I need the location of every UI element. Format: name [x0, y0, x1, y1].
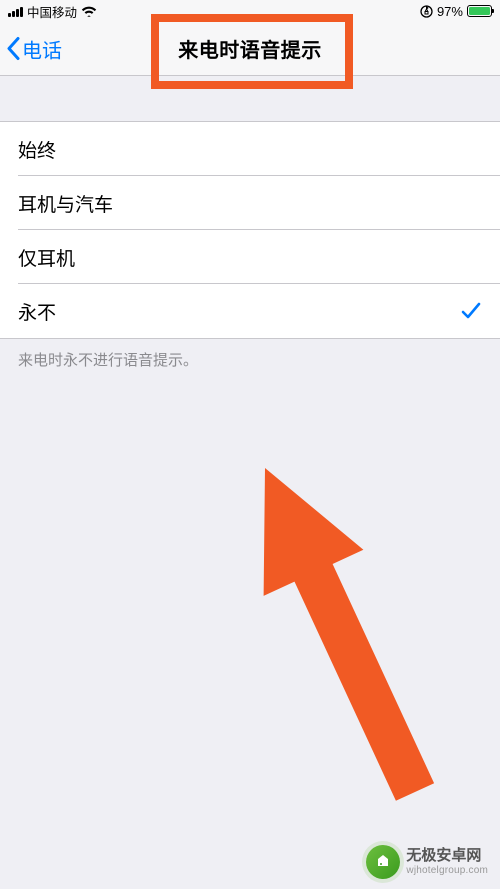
orientation-lock-icon [420, 5, 433, 18]
watermark-title: 无极安卓网 [406, 848, 488, 865]
option-label: 仅耳机 [18, 244, 75, 271]
footer-description: 来电时永不进行语音提示。 [0, 339, 500, 380]
watermark: 无极安卓网 wjhotelgroup.com [366, 845, 488, 879]
chevron-left-icon [6, 37, 20, 61]
annotation-arrow-icon [0, 380, 500, 889]
cellular-signal-icon [8, 6, 23, 17]
battery-icon [467, 5, 492, 17]
option-row[interactable]: 仅耳机 [0, 230, 500, 284]
status-right: 97% [420, 4, 492, 19]
watermark-logo-icon [366, 845, 400, 879]
option-label: 始终 [18, 136, 56, 163]
wifi-icon [81, 5, 97, 17]
content: 始终耳机与汽车仅耳机永不 来电时永不进行语音提示。 [0, 121, 500, 380]
checkmark-icon [460, 300, 482, 322]
option-row[interactable]: 始终 [0, 122, 500, 176]
watermark-url: wjhotelgroup.com [406, 865, 488, 876]
option-label: 耳机与汽车 [18, 190, 113, 217]
watermark-text: 无极安卓网 wjhotelgroup.com [406, 848, 488, 876]
back-button[interactable]: 电话 [6, 34, 62, 63]
back-label: 电话 [22, 34, 62, 63]
option-label: 永不 [18, 298, 56, 325]
options-group: 始终耳机与汽车仅耳机永不 [0, 121, 500, 339]
battery-fill [469, 7, 490, 15]
annotation-highlight-box [151, 14, 353, 89]
carrier-label: 中国移动 [27, 2, 77, 21]
option-row[interactable]: 耳机与汽车 [0, 176, 500, 230]
battery-percentage: 97% [437, 4, 463, 19]
option-row[interactable]: 永不 [0, 284, 500, 338]
status-left: 中国移动 [8, 2, 97, 21]
